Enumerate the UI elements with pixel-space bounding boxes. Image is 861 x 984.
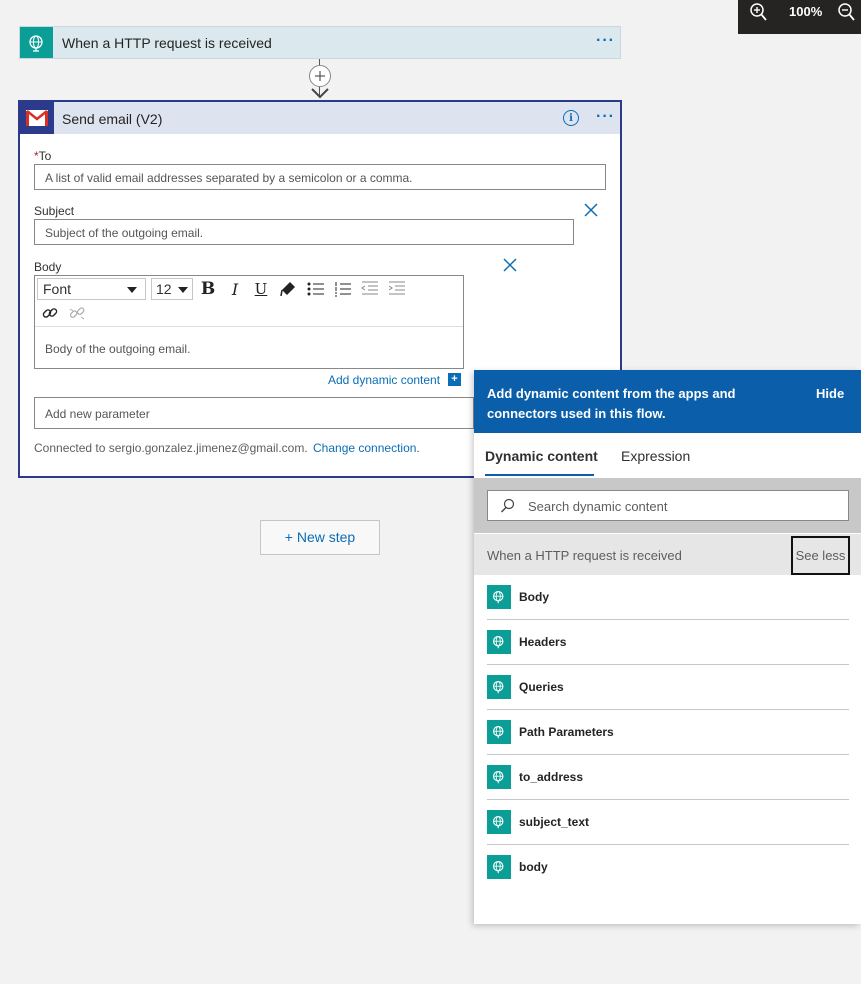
hide-panel-button[interactable]: Hide xyxy=(816,386,844,401)
bullet-list-icon xyxy=(307,282,324,296)
dynamic-item-label: to_address xyxy=(519,770,584,784)
globe-request-icon xyxy=(487,855,511,879)
bullet-list-button[interactable] xyxy=(305,279,327,299)
search-icon xyxy=(501,498,515,513)
marker-icon xyxy=(280,282,295,297)
new-step-button[interactable]: + New step xyxy=(260,520,380,555)
underline-button[interactable]: U xyxy=(250,279,272,299)
dynamic-item-label: Body xyxy=(519,590,549,604)
globe-request-icon xyxy=(487,765,511,789)
remove-subject-button[interactable] xyxy=(583,202,599,221)
insert-step-button[interactable] xyxy=(309,65,331,87)
card-menu-button[interactable]: ··· xyxy=(596,108,615,126)
trigger-card[interactable]: When a HTTP request is received ··· xyxy=(19,26,621,59)
remove-link-button[interactable] xyxy=(66,303,88,323)
panel-header: Add dynamic content from the apps and co… xyxy=(474,370,861,433)
globe-request-icon xyxy=(487,810,511,834)
trigger-menu-button[interactable]: ··· xyxy=(596,32,615,50)
remove-body-button[interactable] xyxy=(502,257,518,276)
tab-dynamic-content[interactable]: Dynamic content xyxy=(485,448,598,464)
zoom-in-icon[interactable] xyxy=(750,3,768,26)
globe-request-icon xyxy=(20,27,53,58)
dynamic-item-label: Path Parameters xyxy=(519,725,614,739)
group-header: When a HTTP request is received See less xyxy=(474,534,861,575)
active-tab-indicator xyxy=(485,474,594,476)
arrow-down-icon xyxy=(311,88,329,99)
dynamic-content-panel: Add dynamic content from the apps and co… xyxy=(474,370,861,924)
panel-title: Add dynamic content from the apps and co… xyxy=(487,386,736,421)
add-new-parameter-placeholder: Add new parameter xyxy=(45,407,150,421)
to-label: *To xyxy=(34,149,51,163)
globe-request-icon xyxy=(487,720,511,744)
numbered-list-button[interactable] xyxy=(332,279,354,299)
dynamic-item-to-address[interactable]: to_address xyxy=(487,755,849,800)
card-title: Send email (V2) xyxy=(62,111,163,127)
close-icon xyxy=(503,258,517,272)
highlight-button[interactable] xyxy=(277,279,299,299)
see-less-button[interactable]: See less xyxy=(791,536,850,575)
add-dynamic-plus-icon[interactable]: + xyxy=(448,373,461,386)
dynamic-item-label: Headers xyxy=(519,635,567,649)
dynamic-item-body-field[interactable]: body xyxy=(487,845,849,890)
search-dynamic-content-input[interactable]: Search dynamic content xyxy=(487,490,849,521)
font-select-value: Font xyxy=(43,281,72,297)
insert-link-button[interactable] xyxy=(39,303,61,323)
dynamic-item-label: Queries xyxy=(519,680,564,694)
body-editor: Font 12 B I U Body of the outgoing email… xyxy=(34,275,464,369)
body-placeholder[interactable]: Body of the outgoing email. xyxy=(45,342,190,356)
outdent-icon xyxy=(361,281,378,295)
bold-button[interactable]: B xyxy=(197,279,219,299)
globe-request-icon xyxy=(487,585,511,609)
to-placeholder: A list of valid email addresses separate… xyxy=(45,171,413,185)
globe-request-icon xyxy=(487,630,511,654)
subject-placeholder: Subject of the outgoing email. xyxy=(45,226,204,240)
italic-button[interactable]: I xyxy=(224,279,246,299)
editor-divider xyxy=(35,326,463,327)
zoom-toolbar: 100% xyxy=(738,0,861,34)
subject-field[interactable]: Subject of the outgoing email. xyxy=(34,219,574,245)
dynamic-item-headers[interactable]: Headers xyxy=(487,620,849,665)
tab-expression[interactable]: Expression xyxy=(621,448,690,464)
body-label: Body xyxy=(34,260,62,274)
numbered-list-icon xyxy=(335,282,351,297)
font-size-value: 12 xyxy=(156,281,172,297)
connection-info: Connected to sergio.gonzalez.jimenez@gma… xyxy=(34,441,308,455)
dynamic-item-label: body xyxy=(519,860,548,874)
link-icon xyxy=(42,308,58,318)
unlink-icon xyxy=(69,307,85,320)
search-placeholder: Search dynamic content xyxy=(528,499,668,514)
dynamic-item-body[interactable]: Body xyxy=(487,575,849,620)
zoom-out-icon[interactable] xyxy=(838,3,856,26)
subject-label: Subject xyxy=(34,204,75,218)
card-header[interactable]: Send email (V2) i ··· xyxy=(20,102,620,134)
change-connection-link[interactable]: Change connection. xyxy=(313,441,420,455)
dynamic-item-subject-text[interactable]: subject_text xyxy=(487,800,849,845)
dynamic-item-label: subject_text xyxy=(519,815,590,829)
group-title: When a HTTP request is received xyxy=(487,548,682,563)
globe-request-icon xyxy=(487,675,511,699)
increase-indent-button[interactable] xyxy=(386,279,408,299)
trigger-title: When a HTTP request is received xyxy=(62,35,272,51)
close-icon xyxy=(584,203,598,217)
chevron-down-icon xyxy=(127,287,137,293)
add-dynamic-content-link[interactable]: Add dynamic content xyxy=(328,373,440,387)
add-new-parameter-field[interactable]: Add new parameter xyxy=(34,397,474,429)
indent-icon xyxy=(388,281,405,295)
info-icon[interactable]: i xyxy=(563,110,579,126)
gmail-icon xyxy=(20,102,54,134)
chevron-down-icon xyxy=(178,287,188,293)
to-field[interactable]: A list of valid email addresses separate… xyxy=(34,164,606,190)
to-label-text: To xyxy=(38,149,52,163)
zoom-level: 100% xyxy=(789,4,823,19)
dynamic-item-path-parameters[interactable]: Path Parameters xyxy=(487,710,849,755)
decrease-indent-button[interactable] xyxy=(359,279,381,299)
search-bar: Search dynamic content xyxy=(474,478,861,533)
dynamic-item-queries[interactable]: Queries xyxy=(487,665,849,710)
